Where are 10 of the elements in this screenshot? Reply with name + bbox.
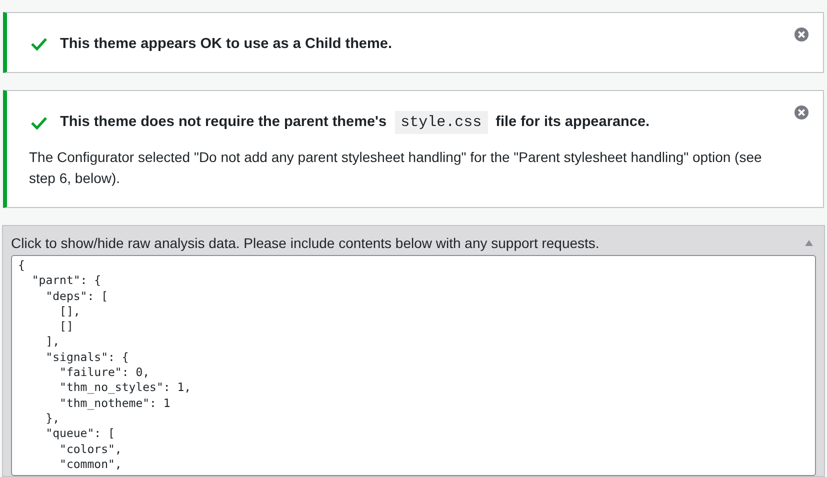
close-icon[interactable] <box>794 27 809 42</box>
notice-text: The Configurator selected "Do not add any parent stylesheet handling" for the "Parent stylesheet handling" option (see step 6, below). <box>29 148 763 188</box>
notice-title: This theme appears OK to use as a Child theme. <box>60 35 392 54</box>
notice-title: This theme does not require the parent theme's style.css file for its appearance. <box>60 112 650 133</box>
close-icon[interactable] <box>794 105 809 120</box>
checkmark-icon <box>30 37 48 51</box>
raw-data-field[interactable]: { "parnt": { "deps": [ [], [] ], "signals": { "failure": 0, "thm_no_styles": 1, "thm_notheme": 1 }, "queue": [ "colors", "common", <box>11 255 816 476</box>
raw-data-toggle[interactable]: Click to show/hide raw analysis data. Please include contents below with any support requests. <box>11 234 816 252</box>
checkmark-icon <box>30 116 48 130</box>
caret-icon <box>804 239 814 247</box>
